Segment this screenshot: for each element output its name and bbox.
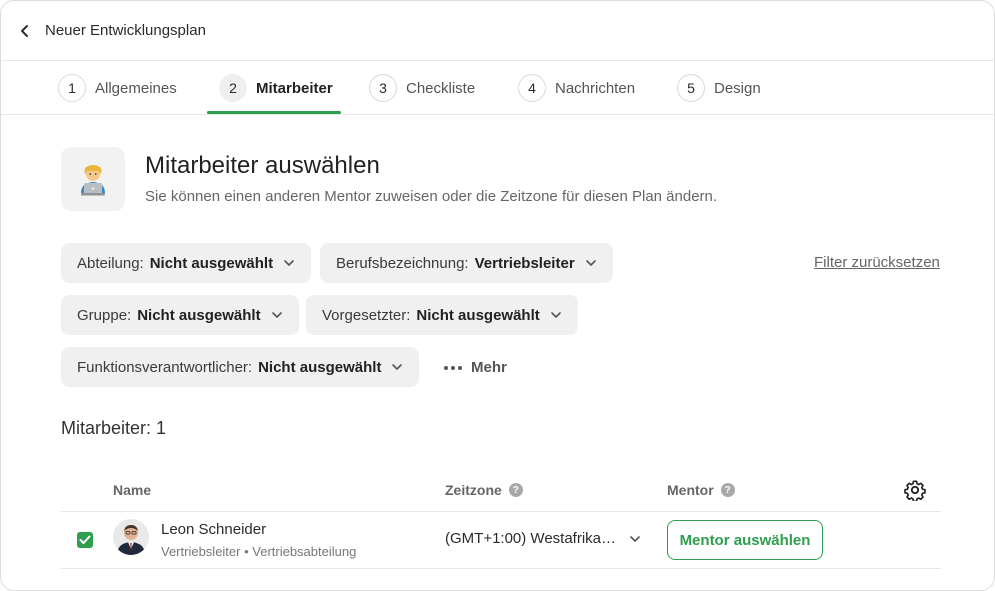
chevron-down-icon: [283, 259, 295, 267]
page-header: Neuer Entwicklungsplan: [1, 1, 994, 61]
tab-number: 1: [58, 74, 86, 102]
filter-label: Berufsbezeichnung:: [336, 254, 469, 272]
tab-label: Nachrichten: [555, 79, 636, 97]
tab-allgemeines[interactable]: 1 Allgemeines: [58, 61, 177, 115]
column-header-mentor: Mentor ?: [667, 482, 735, 498]
select-mentor-button[interactable]: Mentor auswählen: [667, 520, 823, 560]
section-title: Mitarbeiter auswählen: [145, 152, 380, 179]
filter-label: Funktionsverantwortlicher:: [77, 358, 253, 376]
app-window: Neuer Entwicklungsplan 1 Allgemeines 2 M…: [0, 0, 995, 591]
avatar: [113, 519, 149, 555]
tab-label: Mitarbeiter: [256, 79, 333, 97]
table-row: Leon Schneider Vertriebsleiter • Vertrie…: [61, 512, 941, 569]
row-checkbox[interactable]: [77, 532, 93, 548]
filter-value: Nicht ausgewählt: [258, 358, 382, 376]
tab-label: Checkliste: [406, 79, 476, 97]
table-header: Name Zeitzone ? Mentor ?: [61, 470, 941, 512]
checkmark-icon: [79, 535, 91, 544]
employee-count: Mitarbeiter: 1: [61, 418, 167, 438]
tab-number: 3: [369, 74, 397, 102]
more-filters-button[interactable]: Mehr: [443, 347, 507, 387]
chevron-left-icon: [21, 25, 28, 37]
tab-nachrichten[interactable]: 4 Nachrichten: [518, 61, 635, 115]
column-header-label: Mentor: [667, 482, 714, 498]
gear-icon[interactable]: [904, 479, 926, 501]
back-button[interactable]: [15, 21, 35, 41]
filter-berufsbezeichnung[interactable]: Berufsbezeichnung: Vertriebsleiter: [320, 243, 613, 283]
filter-label: Abteilung:: [77, 254, 144, 272]
help-icon[interactable]: ?: [720, 483, 735, 497]
reset-filters-link[interactable]: Filter zurücksetzen: [814, 254, 940, 271]
more-filters-label: Mehr: [471, 358, 507, 376]
filter-value: Nicht ausgewählt: [149, 254, 274, 272]
timezone-value: (GMT+1:00) Westafrikanische Zeit: [445, 530, 623, 547]
chevron-down-icon: [585, 259, 597, 267]
filter-vorgesetzter[interactable]: Vorgesetzter: Nicht ausgewählt: [306, 295, 578, 335]
employee-role: Vertriebsleiter • Vertriebsabteilung: [161, 544, 357, 559]
tab-checkliste[interactable]: 3 Checkliste: [369, 61, 475, 115]
column-header-timezone: Zeitzone ?: [445, 482, 523, 498]
chevron-down-icon: [391, 363, 403, 371]
active-tab-indicator: [207, 111, 341, 114]
chevron-down-icon: [629, 535, 641, 543]
column-header-label: Name: [113, 482, 152, 498]
filter-label: Vorgesetzter:: [322, 306, 411, 324]
filter-value: Nicht ausgewählt: [137, 306, 261, 324]
tab-number: 5: [677, 74, 705, 102]
timezone-select[interactable]: (GMT+1:00) Westafrikanische Zeit: [445, 530, 641, 547]
column-header-label: Zeitzone: [445, 482, 502, 498]
tab-number: 4: [518, 74, 546, 102]
filter-value: Nicht ausgewählt: [416, 306, 540, 324]
tab-label: Allgemeines: [95, 79, 177, 97]
tab-number: 2: [219, 74, 247, 102]
chevron-down-icon: [271, 311, 283, 319]
tab-design[interactable]: 5 Design: [677, 61, 761, 115]
filter-abteilung[interactable]: Abteilung: Nicht ausgewählt: [61, 243, 312, 283]
filter-label: Gruppe:: [77, 306, 132, 324]
help-icon[interactable]: ?: [508, 483, 523, 497]
section-subtitle: Sie können einen anderen Mentor zuweisen…: [145, 188, 718, 205]
technologist-emoji-icon: [61, 147, 125, 211]
tab-mitarbeiter[interactable]: 2 Mitarbeiter: [219, 61, 333, 115]
more-dots-icon: [443, 358, 463, 376]
filter-gruppe[interactable]: Gruppe: Nicht ausgewählt: [61, 295, 299, 335]
employee-name: Leon Schneider: [161, 521, 267, 538]
filter-funktionsverantwortlicher[interactable]: Funktionsverantwortlicher: Nicht ausgewä…: [61, 347, 420, 387]
page-title: Neuer Entwicklungsplan: [45, 22, 206, 39]
filter-value: Vertriebsleiter: [474, 254, 575, 272]
tab-label: Design: [714, 79, 761, 97]
step-tabs: 1 Allgemeines 2 Mitarbeiter 3 Checkliste…: [1, 61, 994, 115]
chevron-down-icon: [550, 311, 562, 319]
column-header-name: Name: [113, 482, 151, 498]
